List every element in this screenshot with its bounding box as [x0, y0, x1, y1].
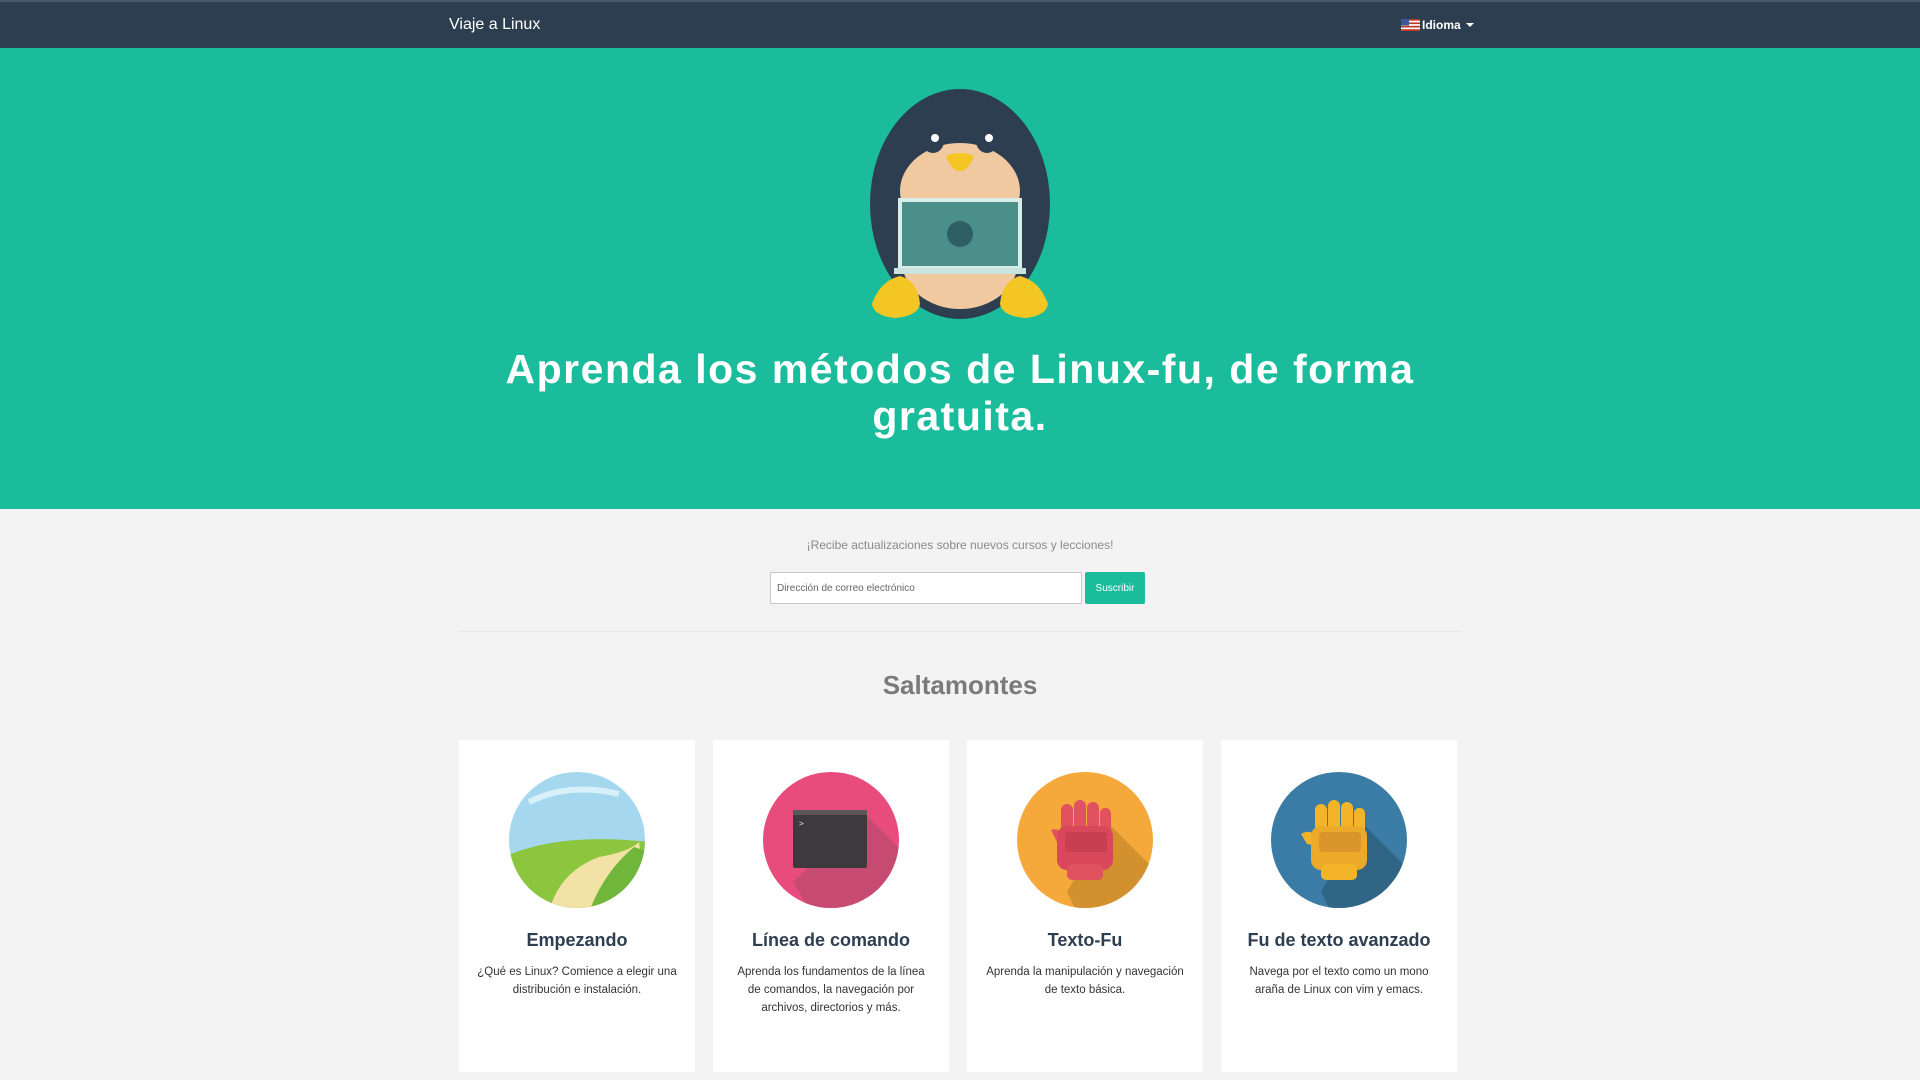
course-card-texto-fu[interactable]: Texto-Fu Aprenda la manipulación y naveg… [967, 740, 1203, 1072]
card-description: ¿Qué es Linux? Comience a elegir una dis… [477, 966, 677, 996]
card-title: Texto-Fu [1047, 930, 1123, 950]
hero-banner: Aprenda los métodos de Linux-fu, de form… [0, 48, 1920, 509]
terminal-icon: > [763, 772, 899, 908]
us-flag-icon [1401, 19, 1420, 31]
card-title: Línea de comando [751, 930, 911, 950]
language-dropdown[interactable]: Idioma [1401, 18, 1474, 32]
yellow-fist-icon [1271, 772, 1407, 908]
email-input[interactable] [770, 572, 1082, 604]
brand-link[interactable]: Viaje a Linux [449, 16, 540, 34]
course-card-empezando[interactable]: Empezando ¿Qué es Linux? Comience a eleg… [459, 740, 695, 1072]
section-title: Saltamontes [882, 670, 1038, 700]
card-description: Navega por el texto como un mono araña d… [1249, 966, 1429, 996]
card-title: Fu de texto avanzado [1247, 930, 1431, 950]
penguin-laptop-icon [870, 89, 1050, 319]
hero-title: Aprenda los métodos de Linux-fu, de form… [505, 346, 1415, 439]
card-description: Aprenda la manipulación y navegación de … [986, 966, 1184, 996]
landscape-icon [509, 772, 645, 908]
chevron-down-icon [1465, 23, 1474, 27]
red-fist-icon [1017, 772, 1153, 908]
card-description: Aprenda los fundamentos de la línea de c… [737, 966, 925, 1014]
section-divider [459, 631, 1461, 632]
course-card-linea-de-comando[interactable]: > Línea de comando Aprenda los fundament… [713, 740, 949, 1072]
svg-text:>: > [799, 819, 804, 828]
card-title: Empezando [526, 930, 628, 950]
language-label: Idioma [1422, 18, 1461, 32]
subscribe-button[interactable]: Suscribir [1085, 572, 1145, 604]
subscribe-prompt: ¡Recibe actualizaciones sobre nuevos cur… [806, 538, 1114, 552]
top-navbar: Viaje a Linux Idioma [0, 0, 1920, 48]
course-card-fu-de-texto-avanzado[interactable]: Fu de texto avanzado Navega por el texto… [1221, 740, 1457, 1072]
